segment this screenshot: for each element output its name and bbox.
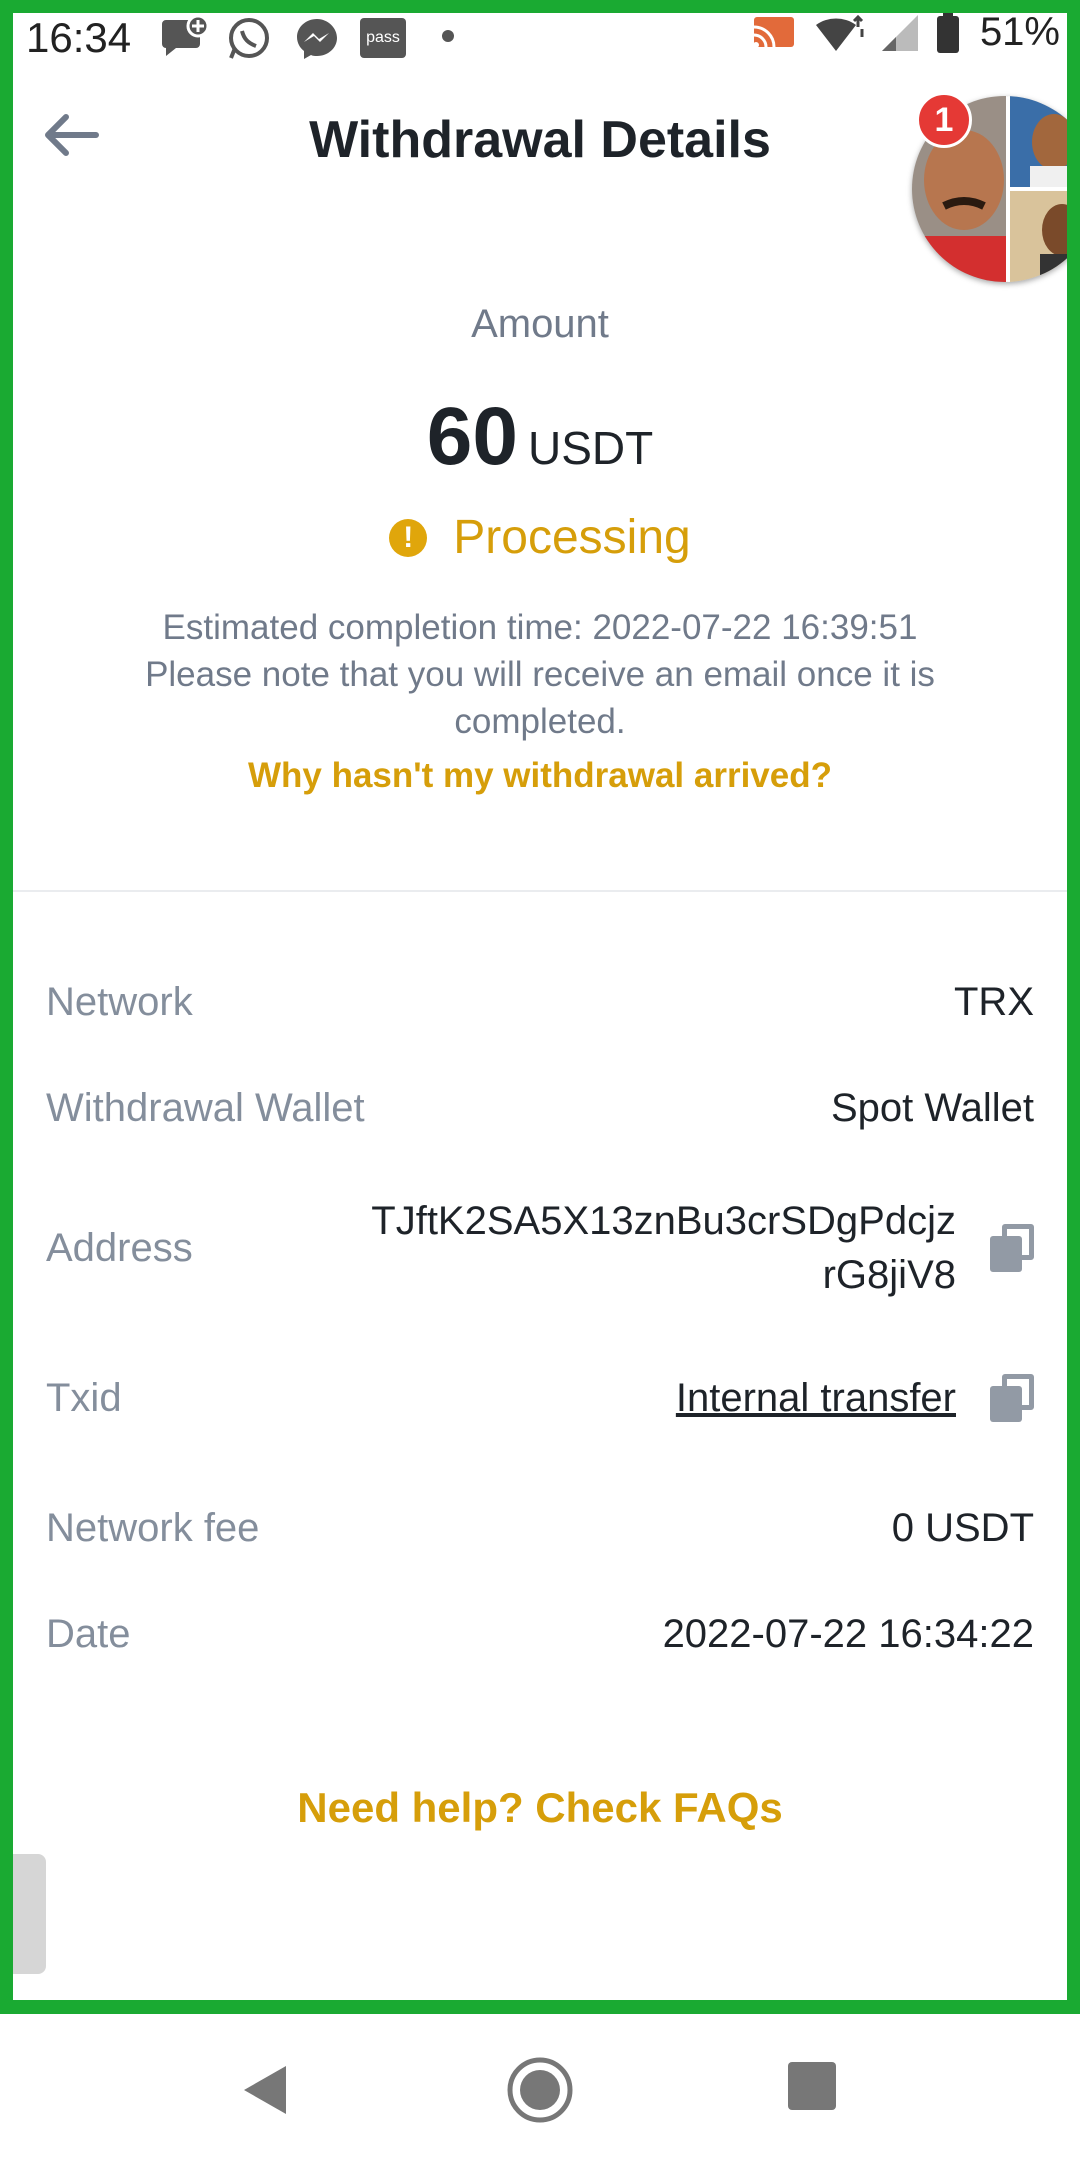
home-circle-icon — [507, 2057, 573, 2123]
detail-row-fee: Network fee 0 USDT — [46, 1506, 1034, 1551]
amount-value: 60 — [426, 391, 518, 482]
fee-label: Network fee — [46, 1506, 260, 1550]
battery-percent: 51% — [979, 10, 1060, 54]
cast-icon — [752, 16, 794, 48]
status-right-icons: 51% — [750, 10, 1060, 55]
amount-unit: USDT — [527, 422, 654, 474]
divider — [13, 890, 1067, 892]
detail-row-txid: Txid Internal transfer — [46, 1374, 1034, 1422]
nav-home-button[interactable] — [506, 2056, 574, 2124]
network-value: TRX — [954, 980, 1034, 1024]
amount-label: Amount — [471, 302, 609, 346]
whatsapp-icon — [229, 18, 269, 59]
back-triangle-icon — [244, 2066, 286, 2114]
chevron-right-icon — [0, 1903, 11, 1925]
completion-note: Estimated completion time: 2022-07-22 16… — [100, 604, 980, 745]
chat-plus-icon — [162, 16, 208, 56]
date-value: 2022-07-22 16:34:22 — [662, 1612, 1034, 1656]
wifi-icon — [815, 14, 864, 51]
signal-icon — [881, 14, 918, 51]
detail-row-address: Address TJftK2SA5X13znBu3crSDgPdcjz rG8j… — [46, 1194, 1034, 1302]
email-note: Please note that you will receive an ema… — [145, 655, 935, 741]
pass-icon: pass — [360, 18, 406, 58]
wallet-label: Withdrawal Wallet — [46, 1086, 365, 1130]
amount: 60 USDT — [0, 390, 1080, 484]
estimated-completion: Estimated completion time: 2022-07-22 16… — [162, 608, 918, 647]
txid-value-group: Internal transfer — [676, 1374, 1034, 1422]
side-drawer-handle[interactable] — [0, 1854, 46, 1974]
txid-label: Txid — [46, 1375, 122, 1420]
address-label: Address — [46, 1225, 193, 1270]
detail-row-date: Date 2022-07-22 16:34:22 — [46, 1612, 1034, 1657]
navigation-bar — [0, 2014, 1080, 2160]
recents-square-icon — [788, 2062, 836, 2110]
withdrawal-help-link[interactable]: Why hasn't my withdrawal arrived? — [0, 756, 1080, 796]
network-label: Network — [46, 980, 193, 1024]
wallet-value: Spot Wallet — [830, 1086, 1034, 1130]
status-text: Processing — [453, 511, 691, 564]
battery-icon — [936, 11, 959, 53]
address-value-group: TJftK2SA5X13znBu3crSDgPdcjz rG8jiV8 — [371, 1194, 1034, 1302]
copy-txid-icon[interactable] — [990, 1374, 1034, 1422]
detail-row-wallet: Withdrawal Wallet Spot Wallet — [46, 1086, 1034, 1131]
notification-badge: 1 — [916, 92, 972, 148]
status-time: 16:34 — [26, 14, 132, 61]
fee-value: 0 USDT — [891, 1506, 1034, 1550]
nav-recents-button[interactable] — [786, 2060, 846, 2120]
messenger-icon — [297, 19, 337, 59]
date-label: Date — [46, 1612, 131, 1656]
chat-head-bubble[interactable]: 1 — [912, 92, 1080, 282]
nav-back-button[interactable] — [236, 2060, 296, 2120]
status-indicator: ! Processing — [0, 510, 1080, 565]
address-value: TJftK2SA5X13znBu3crSDgPdcjz rG8jiV8 — [371, 1199, 956, 1297]
status-bar: 16:34 pass 51% — [0, 0, 1080, 76]
txid-link[interactable]: Internal transfer — [676, 1376, 956, 1421]
copy-address-icon[interactable] — [990, 1224, 1034, 1272]
detail-row-network: Network TRX — [46, 980, 1034, 1025]
exclamation-circle-icon: ! — [389, 518, 428, 557]
dot-icon — [442, 30, 454, 42]
faq-link[interactable]: Need help? Check FAQs — [0, 1784, 1080, 1832]
